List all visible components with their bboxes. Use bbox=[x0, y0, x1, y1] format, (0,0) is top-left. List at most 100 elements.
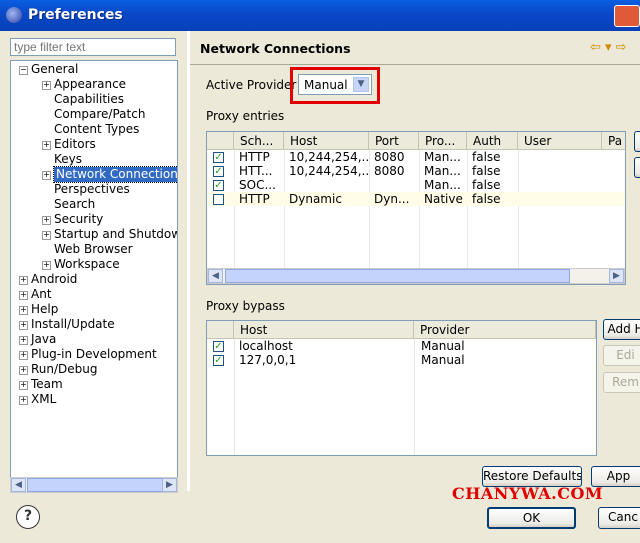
tree-item[interactable]: + Workspace bbox=[11, 257, 177, 272]
table-header-cell[interactable]: Port bbox=[369, 132, 419, 150]
table-row[interactable]: HTTP Dynamic Dyn... Native false bbox=[207, 192, 625, 206]
remove-host-button[interactable]: Rem bbox=[603, 372, 640, 393]
close-button[interactable] bbox=[614, 5, 640, 27]
checkbox[interactable] bbox=[213, 194, 224, 205]
scroll-right-icon[interactable]: ▶ bbox=[162, 478, 177, 492]
table-cell: 10,244,254,... bbox=[289, 150, 368, 164]
table-header-cell[interactable]: Provider bbox=[414, 321, 596, 339]
expand-icon[interactable]: + bbox=[19, 351, 28, 360]
table-cell: Native bbox=[424, 192, 463, 206]
scroll-left-icon[interactable]: ◀ bbox=[11, 478, 26, 492]
tree-item-label: Perspectives bbox=[54, 182, 130, 196]
table-header-cell[interactable]: Auth bbox=[467, 132, 518, 150]
expand-icon[interactable]: + bbox=[42, 261, 51, 270]
tree-item[interactable]: + Plug-in Development bbox=[11, 347, 177, 362]
tree-item[interactable]: + Install/Update bbox=[11, 317, 177, 332]
tree-item[interactable]: Content Types bbox=[11, 122, 177, 137]
tree-item[interactable]: Keys bbox=[11, 152, 177, 167]
page-title: Network Connections bbox=[200, 41, 351, 56]
table-header-cell[interactable]: Host bbox=[234, 321, 414, 339]
edit-proxy-button[interactable] bbox=[634, 157, 640, 178]
tree-item[interactable]: + Android bbox=[11, 272, 177, 287]
checkbox[interactable]: ✓ bbox=[213, 355, 224, 366]
expand-icon[interactable]: + bbox=[42, 216, 51, 225]
table-cell: HTT... bbox=[239, 164, 273, 178]
highlight-box bbox=[290, 67, 380, 104]
tree-item[interactable]: Compare/Patch bbox=[11, 107, 177, 122]
collapse-icon[interactable]: − bbox=[19, 66, 28, 75]
edit-host-button[interactable]: Edi bbox=[603, 345, 640, 366]
table-cell: Manual bbox=[421, 339, 465, 353]
tree-item[interactable]: + Editors bbox=[11, 137, 177, 152]
expand-icon[interactable]: + bbox=[19, 276, 28, 285]
tree-item[interactable]: + Security bbox=[11, 212, 177, 227]
tree-item[interactable]: + Appearance bbox=[11, 77, 177, 92]
tree-item[interactable]: + Startup and Shutdown bbox=[11, 227, 177, 242]
proxy-bypass-table[interactable]: Host Provider ✓ localhost Manual ✓ 127,0,0,1 Ma… bbox=[206, 320, 597, 456]
help-icon[interactable]: ? bbox=[16, 505, 40, 529]
proxy-entries-table[interactable]: Sch... Host Port Pro... Auth User Pa ✓ HTTP 10,24… bbox=[206, 131, 626, 285]
expand-icon[interactable]: + bbox=[42, 81, 51, 90]
expand-icon[interactable]: + bbox=[19, 306, 28, 315]
tree-item-label: Java bbox=[31, 332, 57, 346]
expand-icon[interactable]: + bbox=[19, 381, 28, 390]
expand-icon[interactable]: + bbox=[19, 321, 28, 330]
add-host-button[interactable]: Add H bbox=[603, 319, 640, 340]
tree-item-label: Editors bbox=[54, 137, 96, 151]
table-header-cell[interactable]: Host bbox=[284, 132, 369, 150]
tree-item[interactable]: Search bbox=[11, 197, 177, 212]
table-header-cell[interactable]: Pro... bbox=[419, 132, 467, 150]
proxy-horizontal-scrollbar[interactable]: ◀ ▶ bbox=[207, 268, 625, 284]
checkbox[interactable]: ✓ bbox=[213, 152, 224, 163]
table-cell: Manual bbox=[421, 353, 465, 367]
eclipse-logo-icon bbox=[6, 7, 22, 23]
expand-icon[interactable]: + bbox=[19, 291, 28, 300]
sash-divider[interactable] bbox=[187, 31, 190, 491]
tree-item[interactable]: − General bbox=[11, 62, 177, 77]
ok-button[interactable]: OK bbox=[487, 507, 576, 529]
tree-item[interactable]: + XML bbox=[11, 392, 177, 407]
tree-item[interactable]: + Run/Debug bbox=[11, 362, 177, 377]
tree-item[interactable]: + Java bbox=[11, 332, 177, 347]
tree-item[interactable]: Web Browser bbox=[11, 242, 177, 257]
expand-icon[interactable]: + bbox=[19, 396, 28, 405]
table-cell: false bbox=[472, 178, 501, 192]
tree-item[interactable]: + Help bbox=[11, 302, 177, 317]
expand-icon[interactable]: + bbox=[19, 336, 28, 345]
tree-item[interactable]: + Team bbox=[11, 377, 177, 392]
table-header-cell[interactable]: User bbox=[518, 132, 602, 150]
scroll-right-icon[interactable]: ▶ bbox=[609, 269, 624, 283]
tree-item[interactable]: Perspectives bbox=[11, 182, 177, 197]
scroll-thumb[interactable] bbox=[27, 478, 165, 492]
table-cell bbox=[289, 178, 368, 192]
table-header-cell[interactable]: Sch... bbox=[234, 132, 284, 150]
expand-icon[interactable]: + bbox=[42, 171, 51, 180]
table-row[interactable]: ✓ 127,0,0,1 Manual bbox=[207, 353, 596, 367]
scroll-left-icon[interactable]: ◀ bbox=[208, 269, 223, 283]
scroll-thumb[interactable] bbox=[225, 269, 570, 283]
window-title: Preferences bbox=[28, 7, 123, 23]
cancel-button[interactable]: Canc bbox=[598, 507, 640, 529]
tree-item[interactable]: + Network Connections bbox=[11, 166, 177, 183]
expand-icon[interactable]: + bbox=[19, 366, 28, 375]
expand-icon[interactable]: + bbox=[42, 231, 51, 240]
filter-input[interactable] bbox=[10, 38, 176, 56]
back-nav-icon[interactable]: ⇦ ▾ ⇨ bbox=[590, 40, 627, 55]
expand-icon[interactable]: + bbox=[42, 141, 51, 150]
table-cell: Dyn... bbox=[374, 192, 410, 206]
tree-item-label: Ant bbox=[31, 287, 52, 301]
add-proxy-button[interactable] bbox=[634, 131, 640, 152]
table-header-cell[interactable]: Pa bbox=[602, 132, 625, 150]
table-row[interactable]: ✓ SOC... Man... false bbox=[207, 178, 625, 192]
checkbox[interactable]: ✓ bbox=[213, 341, 224, 352]
tree-horizontal-scrollbar[interactable]: ◀ ▶ bbox=[10, 477, 178, 493]
checkbox[interactable]: ✓ bbox=[213, 166, 224, 177]
table-row[interactable]: ✓ localhost Manual bbox=[207, 339, 596, 353]
watermark: CHANYWA.COM bbox=[452, 484, 604, 503]
table-row[interactable]: ✓ HTT... 10,244,254,... 8080 Man... false bbox=[207, 164, 625, 178]
tree-item[interactable]: + Ant bbox=[11, 287, 177, 302]
tree-item[interactable]: Capabilities bbox=[11, 92, 177, 107]
table-cell: 8080 bbox=[374, 150, 405, 164]
checkbox[interactable]: ✓ bbox=[213, 180, 224, 191]
table-row[interactable]: ✓ HTTP 10,244,254,... 8080 Man... false bbox=[207, 150, 625, 164]
